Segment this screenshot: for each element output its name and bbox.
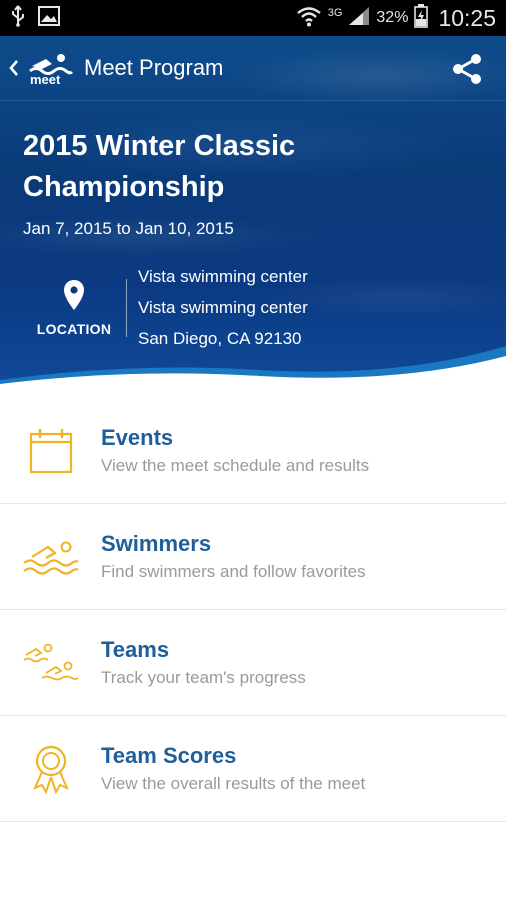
status-right: 3G 32% 10:25 [296,3,496,33]
meet-title: 2015 Winter Classic Championship [23,130,296,203]
share-button[interactable] [448,50,486,88]
menu-item-swimmers[interactable]: Swimmers Find swimmers and follow favori… [0,504,506,610]
toolbar: meet Meet Program [0,36,506,101]
wave-divider [0,346,506,392]
menu-title: Team Scores [101,742,237,768]
menu-subtitle: Track your team's progress [101,667,306,687]
calendar-icon [0,398,101,504]
team-swimmers-icon [0,610,101,716]
network-type-label: 3G [327,7,343,19]
menu-subtitle: View the overall results of the meet [101,773,366,793]
chevron-left-icon [9,60,18,76]
location-pin-icon [64,280,84,310]
menu-subtitle: Find swimmers and follow favorites [101,561,366,581]
clock: 10:25 [438,4,496,31]
status-bar: 3G 32% 10:25 [0,0,506,36]
award-ribbon-icon [0,716,101,822]
location-line: Vista swimming center [138,298,308,317]
logo-text: meet [30,72,61,85]
signal-icon [348,6,370,31]
share-icon [453,54,481,84]
swimmer-icon [0,504,101,610]
wifi-icon [296,5,322,32]
battery-icon [414,3,429,33]
location-divider [126,279,127,337]
meet-logo: meet [28,51,74,85]
location-line: Vista swimming center [138,267,308,286]
menu-title: Events [101,424,174,450]
status-left [10,4,60,32]
back-button[interactable] [2,36,26,101]
menu-item-team-scores[interactable]: Team Scores View the overall results of … [0,716,506,822]
meet-header: meet Meet Program 2015 Winter Classic Ch… [0,36,506,392]
meet-menu: Events View the meet schedule and result… [0,398,506,822]
location-icon-column: LOCATION [30,279,118,337]
menu-title: Teams [101,636,170,662]
menu-item-teams[interactable]: Teams Track your team's progress [0,610,506,716]
swimmer-logo-icon: meet [29,54,74,85]
menu-item-events[interactable]: Events View the meet schedule and result… [0,398,506,504]
menu-title: Swimmers [101,530,212,556]
usb-icon [10,4,26,32]
meet-dates: Jan 7, 2015 to Jan 10, 2015 [23,219,234,238]
image-icon [38,5,60,31]
battery-percent: 32% [376,9,409,26]
menu-subtitle: View the meet schedule and results [101,455,370,475]
toolbar-title: Meet Program [84,55,224,80]
